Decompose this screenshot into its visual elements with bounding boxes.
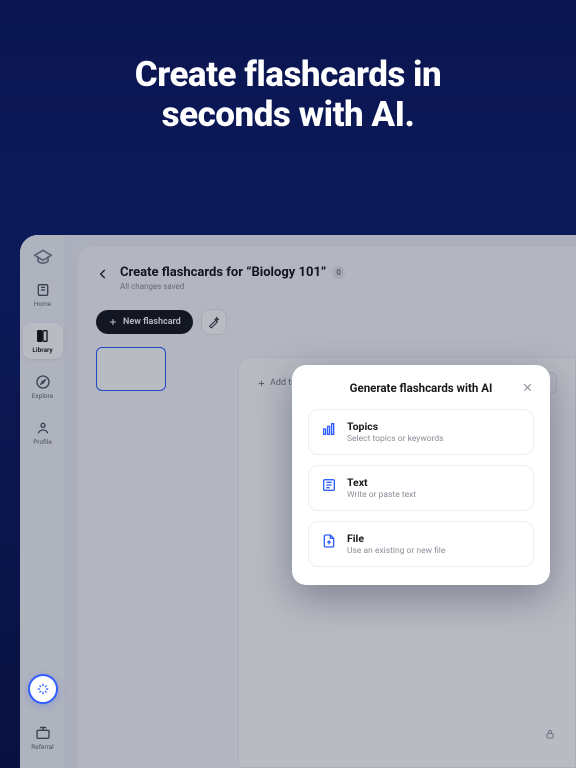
compass-icon xyxy=(35,374,51,390)
create-fab-button[interactable] xyxy=(28,674,58,704)
modal-close-button[interactable] xyxy=(521,381,534,394)
sidebar-item-label: Library xyxy=(32,346,52,354)
option-subtitle: Use an existing or new file xyxy=(347,546,445,556)
text-icon xyxy=(321,477,337,493)
app-window: Home Library Explore Profile xyxy=(20,235,576,768)
save-status: All changes saved xyxy=(120,282,345,291)
sidebar-item-profile[interactable]: Profile xyxy=(23,415,63,451)
option-file[interactable]: File Use an existing or new file xyxy=(308,521,534,567)
sparkle-icon xyxy=(36,682,50,696)
file-icon xyxy=(321,533,337,549)
option-title: Topics xyxy=(347,420,444,433)
new-flashcard-label: New flashcard xyxy=(123,317,181,327)
new-flashcard-button[interactable]: New flashcard xyxy=(96,310,193,334)
library-icon xyxy=(35,328,51,344)
sidebar-item-label: Profile xyxy=(33,438,52,446)
generate-ai-modal: Generate flashcards with AI Topics Selec… xyxy=(292,365,550,585)
option-title: File xyxy=(347,532,445,545)
sidebar-item-library[interactable]: Library xyxy=(23,323,63,359)
app-logo-icon xyxy=(33,247,53,267)
sidebar-item-label: Referral xyxy=(31,743,53,751)
sidebar-item-explore[interactable]: Explore xyxy=(23,369,63,405)
option-subtitle: Write or paste text xyxy=(347,490,416,500)
option-text[interactable]: Text Write or paste text xyxy=(308,465,534,511)
count-badge: 0 xyxy=(332,266,345,279)
topics-icon xyxy=(321,421,337,437)
option-topics[interactable]: Topics Select topics or keywords xyxy=(308,409,534,455)
toolbar: New flashcard xyxy=(96,309,558,335)
profile-icon xyxy=(35,420,51,436)
back-button[interactable] xyxy=(96,267,110,281)
referral-icon xyxy=(35,725,51,741)
option-title: Text xyxy=(347,476,416,489)
page-header: Create flashcards for “Biology 101” 0 Al… xyxy=(96,265,558,291)
ai-generate-button[interactable] xyxy=(201,309,227,335)
sidebar-item-referral[interactable]: Referral xyxy=(23,720,63,756)
option-subtitle: Select topics or keywords xyxy=(347,434,444,444)
sidebar: Home Library Explore Profile xyxy=(20,235,66,768)
hero-headline: Create flashcards in seconds with AI. xyxy=(0,0,576,176)
hero-line-2: seconds with AI. xyxy=(162,94,415,135)
sidebar-item-label: Explore xyxy=(32,392,53,400)
page-title: Create flashcards for “Biology 101” xyxy=(120,265,326,280)
sidebar-item-home[interactable]: Home xyxy=(23,277,63,313)
modal-title: Generate flashcards with AI xyxy=(350,381,493,395)
plus-icon xyxy=(108,317,118,327)
magic-wand-icon xyxy=(207,316,220,329)
sidebar-item-label: Home xyxy=(34,300,52,308)
hero-line-1: Create flashcards in xyxy=(135,54,441,95)
flashcard-thumbnail[interactable] xyxy=(96,347,166,391)
lock-icon xyxy=(544,728,556,740)
plus-icon xyxy=(257,379,266,388)
home-icon xyxy=(35,282,51,298)
